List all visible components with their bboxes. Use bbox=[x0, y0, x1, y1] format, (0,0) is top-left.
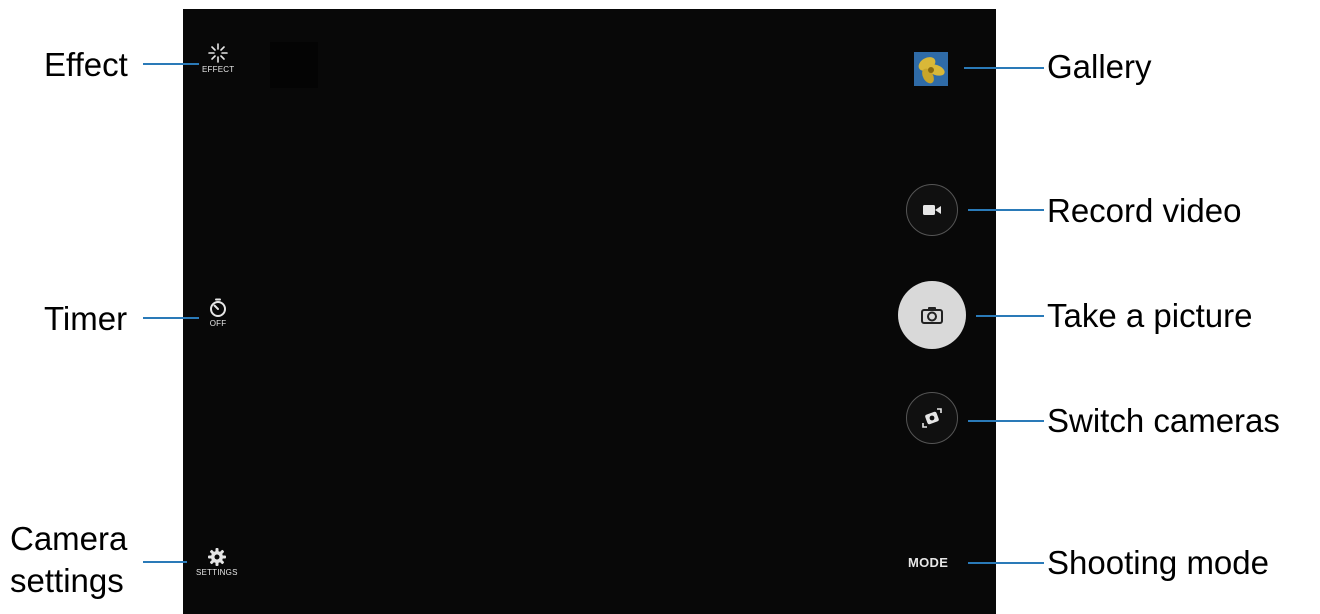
leader-line-shooting-mode bbox=[968, 562, 1044, 564]
take-picture-button[interactable] bbox=[898, 281, 966, 349]
callout-timer: Timer bbox=[44, 300, 128, 337]
camera-viewfinder bbox=[183, 9, 996, 614]
settings-button[interactable]: SETTINGS bbox=[196, 547, 238, 577]
switch-camera-icon bbox=[922, 408, 942, 428]
leader-line-settings bbox=[143, 561, 187, 563]
settings-label: SETTINGS bbox=[196, 568, 238, 577]
switch-cameras-button[interactable] bbox=[906, 392, 958, 444]
leader-line-record-video bbox=[968, 209, 1044, 211]
gear-icon bbox=[207, 548, 226, 566]
recent-preview-box bbox=[270, 42, 318, 88]
sparkle-icon bbox=[208, 43, 228, 63]
callout-switch-cameras: Switch cameras bbox=[1047, 402, 1280, 439]
video-camera-icon bbox=[923, 205, 941, 215]
timer-icon bbox=[210, 298, 226, 317]
timer-button[interactable]: OFF bbox=[208, 298, 228, 328]
callout-effect: Effect bbox=[44, 46, 128, 83]
timer-state-label: OFF bbox=[209, 319, 227, 328]
record-video-button[interactable] bbox=[906, 184, 958, 236]
callout-take-picture: Take a picture bbox=[1047, 297, 1253, 334]
gallery-thumbnail[interactable] bbox=[914, 52, 948, 86]
leader-line-effect bbox=[143, 63, 199, 65]
callout-shooting-mode: Shooting mode bbox=[1047, 544, 1269, 581]
mode-button[interactable]: MODE bbox=[908, 555, 948, 570]
leader-line-switch-cameras bbox=[968, 420, 1044, 422]
callout-camera-settings-line1: Camera bbox=[10, 520, 128, 557]
callout-gallery: Gallery bbox=[1047, 48, 1152, 85]
callout-record-video: Record video bbox=[1047, 192, 1242, 229]
leader-line-gallery bbox=[964, 67, 1044, 69]
effect-label: EFFECT bbox=[202, 65, 235, 74]
camera-icon bbox=[921, 307, 943, 324]
gallery-image-icon bbox=[914, 52, 948, 86]
leader-line-take-picture bbox=[976, 315, 1044, 317]
leader-line-timer bbox=[143, 317, 199, 319]
effect-button[interactable]: EFFECT bbox=[202, 42, 234, 74]
callout-camera-settings-line2: settings bbox=[10, 562, 124, 599]
